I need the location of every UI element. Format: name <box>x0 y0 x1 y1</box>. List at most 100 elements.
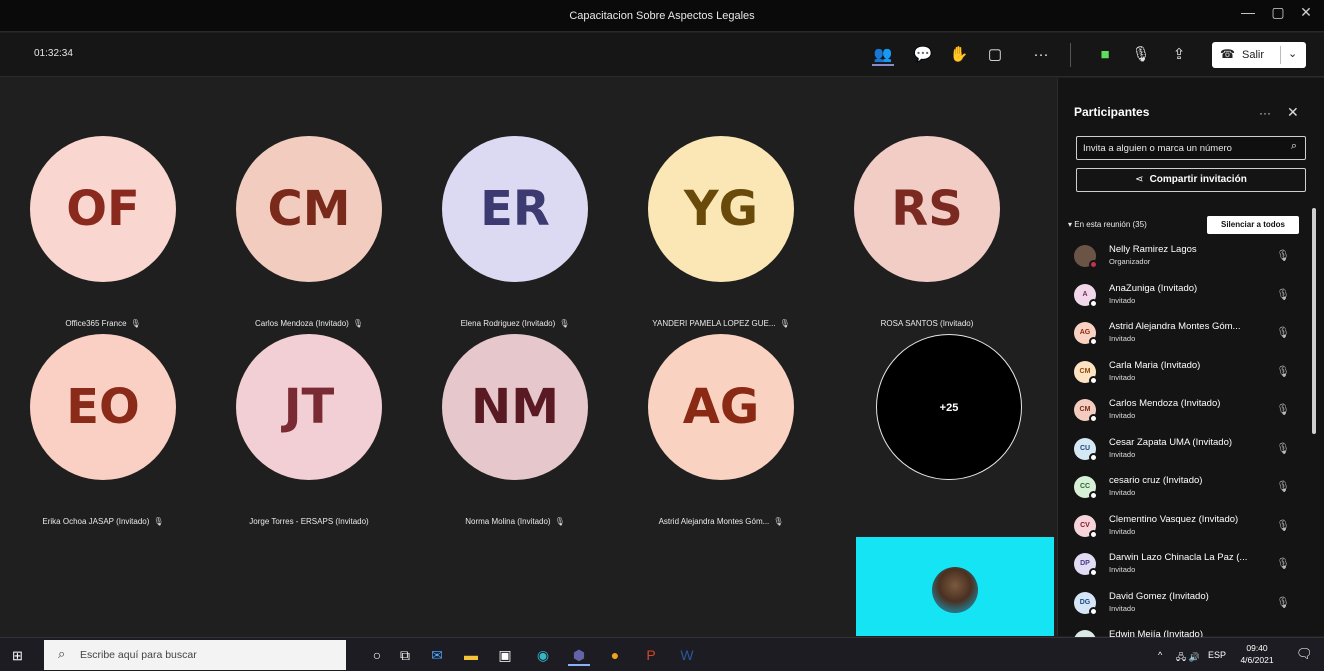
mic-off-icon[interactable]: 🎙 <box>1276 596 1290 609</box>
participant-list-name: David Gomez (Invitado) <box>1109 590 1209 602</box>
task-view-icon[interactable]: ⧉ <box>394 644 416 666</box>
mic-off-icon[interactable]: 🎙 <box>1276 480 1290 493</box>
participant-avatar: EO <box>30 334 176 480</box>
taskbar-clock[interactable]: 09:40 4/6/2021 <box>1234 642 1280 666</box>
mic-off-icon[interactable]: 🎙 <box>1276 249 1290 262</box>
participant-list-role: Invitado <box>1109 372 1136 382</box>
mic-off-icon[interactable]: 🎙 <box>1276 519 1290 532</box>
participant-list-item[interactable]: A AnaZuniga (Invitado) Invitado 🎙 <box>1058 277 1308 315</box>
chrome-icon[interactable]: ● <box>604 644 626 666</box>
mic-off-icon: 🎙 <box>153 517 164 526</box>
reactions-icon[interactable]: ✋ <box>948 44 970 66</box>
participant-tile-name: ROSA SANTOS (Invitado) <box>824 319 1030 328</box>
participant-list-role: Invitado <box>1109 411 1136 420</box>
mic-off-icon[interactable]: 🎙 <box>1276 288 1290 301</box>
tray-chevron-icon[interactable]: ^ <box>1158 650 1162 660</box>
participant-name: ROSA SANTOS (Invitado) <box>880 319 974 328</box>
mic-off-icon: 🎙 <box>773 517 784 526</box>
mic-off-icon[interactable]: 🎙 <box>1276 326 1290 339</box>
leave-divider <box>1280 46 1281 64</box>
participant-list-name: Nelly Ramirez Lagos <box>1109 244 1197 255</box>
mic-off-icon[interactable]: 🎙 <box>1276 365 1290 378</box>
notification-icon[interactable]: 🗨 <box>1296 646 1313 662</box>
mic-off-icon: 🎙 <box>130 319 141 328</box>
leave-button[interactable]: ☎ Salir ⌄ <box>1212 42 1306 68</box>
search-icon[interactable]: ⌕ <box>1291 140 1297 153</box>
presence-status-icon <box>1089 491 1098 500</box>
share-invite-button[interactable]: ⋖ Compartir invitación <box>1076 168 1306 192</box>
word-icon[interactable]: W <box>676 644 698 666</box>
participant-list-name: Clementino Vasquez (Invitado) <box>1109 513 1239 525</box>
participant-avatar: YG <box>648 136 794 282</box>
tray-network-volume-icon[interactable]: 🖧 🔊 <box>1176 650 1200 666</box>
presence-status-icon <box>1089 298 1098 308</box>
participant-avatar: ER <box>442 136 588 282</box>
participant-list-name: Carlos Mendoza (Invitado) <box>1109 398 1221 409</box>
windows-taskbar: ⊞ ⌕ Escribe aquí para buscar ○ ⧉ ✉ ▬ ▣ ◉ ⬢ ● P W … <box>0 637 1324 671</box>
mic-off-icon[interactable]: 🎙 <box>1276 403 1290 416</box>
file-explorer-icon[interactable]: ▬ <box>460 644 482 666</box>
mic-off-icon[interactable]: 🎙 <box>1130 44 1152 66</box>
taskbar-search[interactable]: ⌕ Escribe aquí para buscar <box>44 640 346 670</box>
presence-status-icon <box>1089 337 1098 346</box>
self-video-preview[interactable] <box>856 537 1054 636</box>
camera-icon[interactable]: ■ <box>1094 44 1116 66</box>
participant-tile-name: Office365 France 🎙 <box>0 319 206 328</box>
clock-time: 09:40 <box>1246 643 1268 653</box>
mic-off-icon: 🎙 <box>779 319 790 328</box>
participant-avatar: JT <box>236 334 382 480</box>
participant-list-item[interactable]: CM Carla Maria (Invitado) Invitado 🎙 <box>1058 354 1308 392</box>
participant-list-role: Invitado <box>1109 488 1136 497</box>
more-actions-icon[interactable]: ··· <box>1030 44 1052 66</box>
participant-list-scrollbar[interactable] <box>1312 208 1316 434</box>
start-icon[interactable]: ⊞ <box>12 648 23 664</box>
participant-name: YANDERI PAMELA LOPEZ GUE... <box>652 319 776 328</box>
mail-icon[interactable]: ✉ <box>426 644 448 666</box>
edge-icon[interactable]: ◉ <box>532 644 554 666</box>
participant-list-name: Cesar Zapata UMA (Invitado) <box>1109 436 1233 448</box>
teams-icon[interactable]: ⬢ <box>568 644 590 666</box>
participant-list-item[interactable]: AG Astrid Alejandra Montes Góm... Invitado… <box>1058 315 1308 353</box>
presence-status-icon <box>1089 568 1098 577</box>
participant-list-item[interactable]: CV Clementino Vasquez (Invitado) Invitado 🎙 <box>1058 508 1308 546</box>
powerpoint-icon[interactable]: P <box>640 644 662 666</box>
self-avatar <box>932 567 978 613</box>
presence-status-icon <box>1089 452 1098 462</box>
store-icon[interactable]: ▣ <box>494 644 516 666</box>
more-participants-tile[interactable]: +25 <box>876 334 1022 480</box>
participant-list-item[interactable]: CM Carlos Mendoza (Invitado) Invitado 🎙 <box>1058 392 1308 430</box>
cortana-icon[interactable]: ○ <box>366 644 388 666</box>
in-meeting-section-header[interactable]: ▾ En esta reunión (35) <box>1068 220 1147 229</box>
window-title-bar: Capacitacion Sobre Aspectos Legales — ▢ … <box>0 0 1324 32</box>
rooms-icon[interactable]: ▢ <box>984 44 1006 66</box>
share-invite-label: Compartir invitación <box>1149 174 1247 185</box>
participants-icon[interactable]: 👥 <box>872 44 894 66</box>
participant-list-item[interactable]: DG David Gomez (Invitado) Invitado 🎙 <box>1058 585 1308 623</box>
panel-close-icon[interactable]: ✕ <box>1287 104 1299 121</box>
language-indicator[interactable]: ESP <box>1208 650 1226 660</box>
mic-off-icon[interactable]: 🎙 <box>1276 442 1290 455</box>
mute-all-button[interactable]: Silenciar a todos <box>1207 216 1299 234</box>
mic-off-icon: 🎙 <box>554 517 565 526</box>
participant-avatar: AG <box>648 334 794 480</box>
invite-input[interactable] <box>1083 140 1279 156</box>
participant-list-role: Organizador <box>1109 257 1151 266</box>
minimize-icon[interactable]: — <box>1236 4 1260 20</box>
maximize-icon[interactable]: ▢ <box>1266 4 1290 21</box>
close-icon[interactable]: ✕ <box>1294 4 1318 21</box>
participant-name: Astrid Alejandra Montes Góm... <box>658 517 770 526</box>
panel-title: Participantes <box>1074 105 1150 119</box>
participant-list-item[interactable]: Nelly Ramirez Lagos Organizador 🎙 <box>1058 238 1308 276</box>
share-screen-icon[interactable]: ⇪ <box>1168 44 1190 66</box>
chat-icon[interactable]: 💬 <box>912 44 934 66</box>
participant-avatar: RS <box>854 136 1000 282</box>
mic-off-icon[interactable]: 🎙 <box>1276 557 1290 570</box>
participant-list-item[interactable]: CU Cesar Zapata UMA (Invitado) Invitado 🎙 <box>1058 431 1308 469</box>
meeting-timer: 01:32:34 <box>34 48 73 59</box>
chevron-down-icon[interactable]: ⌄ <box>1288 47 1297 60</box>
participant-list-item[interactable]: CC cesario cruz (Invitado) Invitado 🎙 <box>1058 469 1308 507</box>
panel-more-icon[interactable]: ··· <box>1259 106 1271 120</box>
taskbar-search-placeholder: Escribe aquí para buscar <box>80 649 197 661</box>
participant-list-name: Astrid Alejandra Montes Góm... <box>1109 321 1241 332</box>
participant-list-item[interactable]: DP Darwin Lazo Chinacla La Paz (... Invita… <box>1058 546 1308 584</box>
